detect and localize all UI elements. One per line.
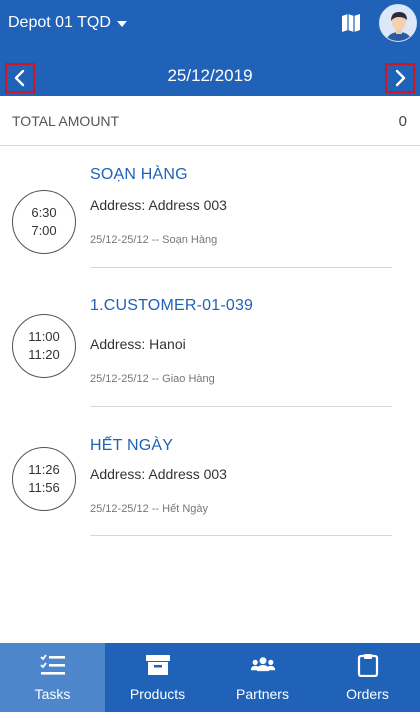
tasks-icon [39, 653, 66, 677]
start-time: 11:26 [28, 462, 60, 477]
task-address: Address: Address 003 [90, 466, 227, 482]
chevron-right-icon [395, 69, 406, 87]
task-title[interactable]: 1.CUSTOMER-01-039 [90, 297, 253, 315]
bottom-tab-bar: Tasks Products Partners Orders [0, 643, 420, 712]
time-range-badge: 11:26 11:56 [12, 447, 76, 511]
task-title[interactable]: SOẠN HÀNG [90, 166, 188, 184]
tab-label: Partners [236, 686, 289, 702]
time-range-badge: 11:00 11:20 [12, 314, 76, 378]
task-meta: 25/12-25/12 -- Soạn Hàng [90, 234, 218, 246]
time-range-badge: 6:30 7:00 [12, 190, 76, 254]
tab-label: Tasks [34, 686, 71, 702]
task-item[interactable]: 6:30 7:00 SOẠN HÀNG Address: Address 003… [0, 150, 420, 280]
start-time: 11:00 [28, 329, 60, 344]
divider [90, 535, 392, 536]
clipboard-icon [355, 653, 381, 677]
tab-products[interactable]: Products [105, 643, 210, 712]
tab-label: Orders [346, 686, 389, 702]
task-address: Address: Address 003 [90, 197, 227, 213]
current-date: 25/12/2019 [167, 66, 253, 85]
depot-selector[interactable]: Depot 01 TQD [8, 14, 127, 32]
total-amount-row: TOTAL AMOUNT 0 [0, 96, 420, 146]
top-bar: Depot 01 TQD 25/12/2019 [0, 0, 420, 96]
divider [90, 267, 392, 268]
depot-label: Depot 01 TQD [8, 14, 111, 31]
start-time: 6:30 [31, 205, 57, 220]
task-item[interactable]: HẾT NGÀY 11:26 11:56 Address: Address 00… [0, 430, 420, 560]
avatar[interactable] [379, 4, 417, 42]
total-amount-label: TOTAL AMOUNT [12, 113, 120, 129]
total-amount-value: 0 [398, 113, 407, 130]
next-day-button[interactable] [385, 63, 415, 93]
caret-down-icon [116, 21, 127, 27]
task-meta: 25/12-25/12 -- Hết Ngày [90, 503, 209, 515]
task-address: Address: Hanoi [90, 336, 186, 352]
tab-tasks[interactable]: Tasks [0, 643, 105, 712]
end-time: 11:20 [28, 347, 60, 362]
date-navigation: 25/12/2019 [0, 54, 420, 96]
task-meta: 25/12-25/12 -- Giao Hàng [90, 373, 215, 385]
user-avatar-icon [380, 5, 416, 41]
task-item[interactable]: 1.CUSTOMER-01-039 11:00 11:20 Address: H… [0, 290, 420, 420]
end-time: 7:00 [31, 223, 57, 238]
end-time: 11:56 [28, 480, 60, 495]
tab-partners[interactable]: Partners [210, 643, 315, 712]
box-icon [145, 653, 171, 677]
divider [90, 406, 392, 407]
task-title[interactable]: HẾT NGÀY [90, 437, 173, 455]
map-icon[interactable] [341, 13, 361, 33]
tab-orders[interactable]: Orders [315, 643, 420, 712]
people-icon [250, 653, 276, 677]
tab-label: Products [129, 686, 186, 702]
